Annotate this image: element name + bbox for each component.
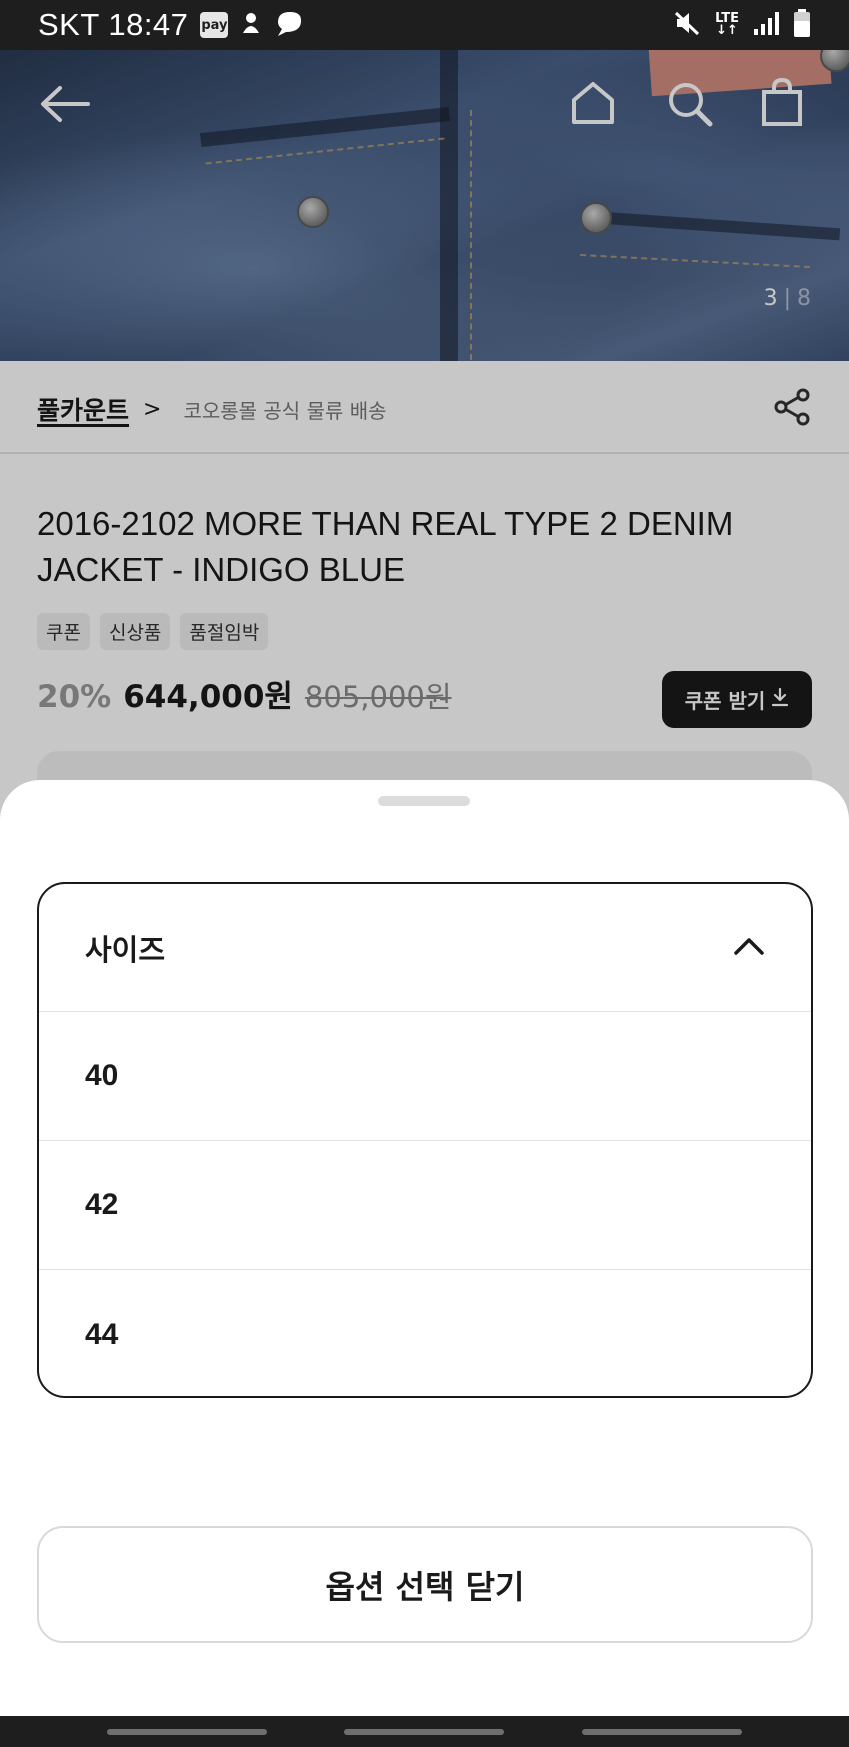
option-bottom-sheet: 사이즈 40 42 44 옵션 선택 닫기 <box>0 780 849 1716</box>
chevron-up-icon <box>733 936 765 960</box>
status-time: SKT 18:47 <box>38 7 189 42</box>
size-option-40[interactable]: 40 <box>39 1012 811 1141</box>
battery-icon <box>793 9 811 41</box>
lte-indicator: LTE ↓↑ <box>715 11 739 38</box>
nav-recent-button[interactable] <box>107 1729 267 1735</box>
nav-back-button[interactable] <box>582 1729 742 1735</box>
sheet-drag-handle[interactable] <box>378 796 470 806</box>
pay-icon: pay <box>200 12 229 38</box>
signal-icon <box>753 11 779 39</box>
size-option-label: 40 <box>85 1059 119 1092</box>
chat-bubble-icon <box>274 10 304 40</box>
close-option-button[interactable]: 옵션 선택 닫기 <box>37 1526 813 1643</box>
size-option-label: 42 <box>85 1188 119 1221</box>
sheet-backdrop[interactable] <box>0 50 849 850</box>
size-dropdown: 사이즈 40 42 44 <box>37 882 813 1398</box>
size-option-label: 44 <box>85 1317 119 1351</box>
mute-icon <box>673 10 701 40</box>
notification-icon <box>240 11 262 39</box>
size-dropdown-header[interactable]: 사이즈 <box>39 884 811 1012</box>
size-dropdown-label: 사이즈 <box>85 932 166 967</box>
size-option-44[interactable]: 44 <box>39 1270 811 1396</box>
lte-label: LTE <box>715 11 739 26</box>
size-option-42[interactable]: 42 <box>39 1141 811 1270</box>
system-nav-bar <box>0 1716 849 1747</box>
status-bar: SKT 18:47 pay LTE ↓↑ <box>0 0 849 50</box>
nav-home-button[interactable] <box>344 1729 504 1735</box>
